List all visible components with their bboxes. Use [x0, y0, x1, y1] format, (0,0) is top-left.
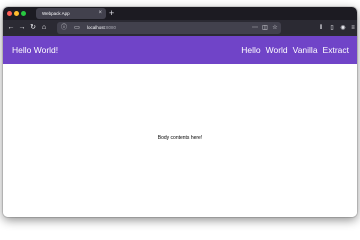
window-maximize-icon[interactable]: [21, 11, 26, 16]
window-close-icon[interactable]: [7, 11, 12, 16]
url-bar[interactable]: ⓘ ▭ localhost:8080 ⋯ ◫ ☆: [57, 22, 281, 34]
tab-bar: Webpack App × +: [3, 7, 357, 20]
url-text[interactable]: localhost:8080: [87, 24, 116, 32]
nav-link-vanilla[interactable]: Vanilla: [293, 44, 318, 56]
tab-title: Webpack App: [42, 11, 70, 16]
back-icon[interactable]: ←: [6, 23, 16, 33]
window-minimize-icon[interactable]: [14, 11, 19, 16]
tab-close-icon[interactable]: ×: [98, 10, 102, 17]
nav-toolbar: ← → ↻ ⌂ ⓘ ▭ localhost:8080 ⋯ ◫ ☆ ⫴ ▯ ◉ ≡: [3, 20, 357, 36]
page-body: Body contents here!: [3, 64, 357, 217]
library-icon[interactable]: ⫴: [316, 23, 326, 33]
pocket-icon[interactable]: ◫: [261, 24, 269, 32]
home-icon[interactable]: ⌂: [39, 23, 49, 33]
reload-icon[interactable]: ↻: [28, 23, 38, 33]
page-icon: ▭: [74, 25, 80, 31]
account-icon[interactable]: ◉: [338, 23, 348, 33]
menu-icon[interactable]: ≡: [348, 23, 357, 33]
browser-window: Webpack App × + ← → ↻ ⌂ ⓘ ▭ localhost:80…: [3, 7, 357, 217]
app-header: Hello World! Hello World Vanilla Extract: [3, 36, 357, 64]
header-nav: Hello World Vanilla Extract: [241, 44, 349, 56]
page-actions-icon[interactable]: ⋯: [251, 24, 259, 32]
nav-link-world[interactable]: World: [266, 44, 288, 56]
body-text: Body contents here!: [157, 135, 203, 141]
url-host: localhost: [87, 25, 105, 30]
brand-title[interactable]: Hello World!: [12, 44, 58, 56]
bookmark-star-icon[interactable]: ☆: [271, 24, 279, 32]
sidebar-icon[interactable]: ▯: [327, 23, 337, 33]
nav-link-hello[interactable]: Hello: [241, 44, 260, 56]
tab-webpack-app[interactable]: Webpack App ×: [36, 8, 106, 19]
nav-link-extract[interactable]: Extract: [323, 44, 349, 56]
info-icon[interactable]: ⓘ: [60, 24, 68, 32]
url-port: :8080: [104, 25, 117, 30]
forward-icon[interactable]: →: [17, 23, 27, 33]
new-tab-button[interactable]: +: [109, 8, 114, 19]
